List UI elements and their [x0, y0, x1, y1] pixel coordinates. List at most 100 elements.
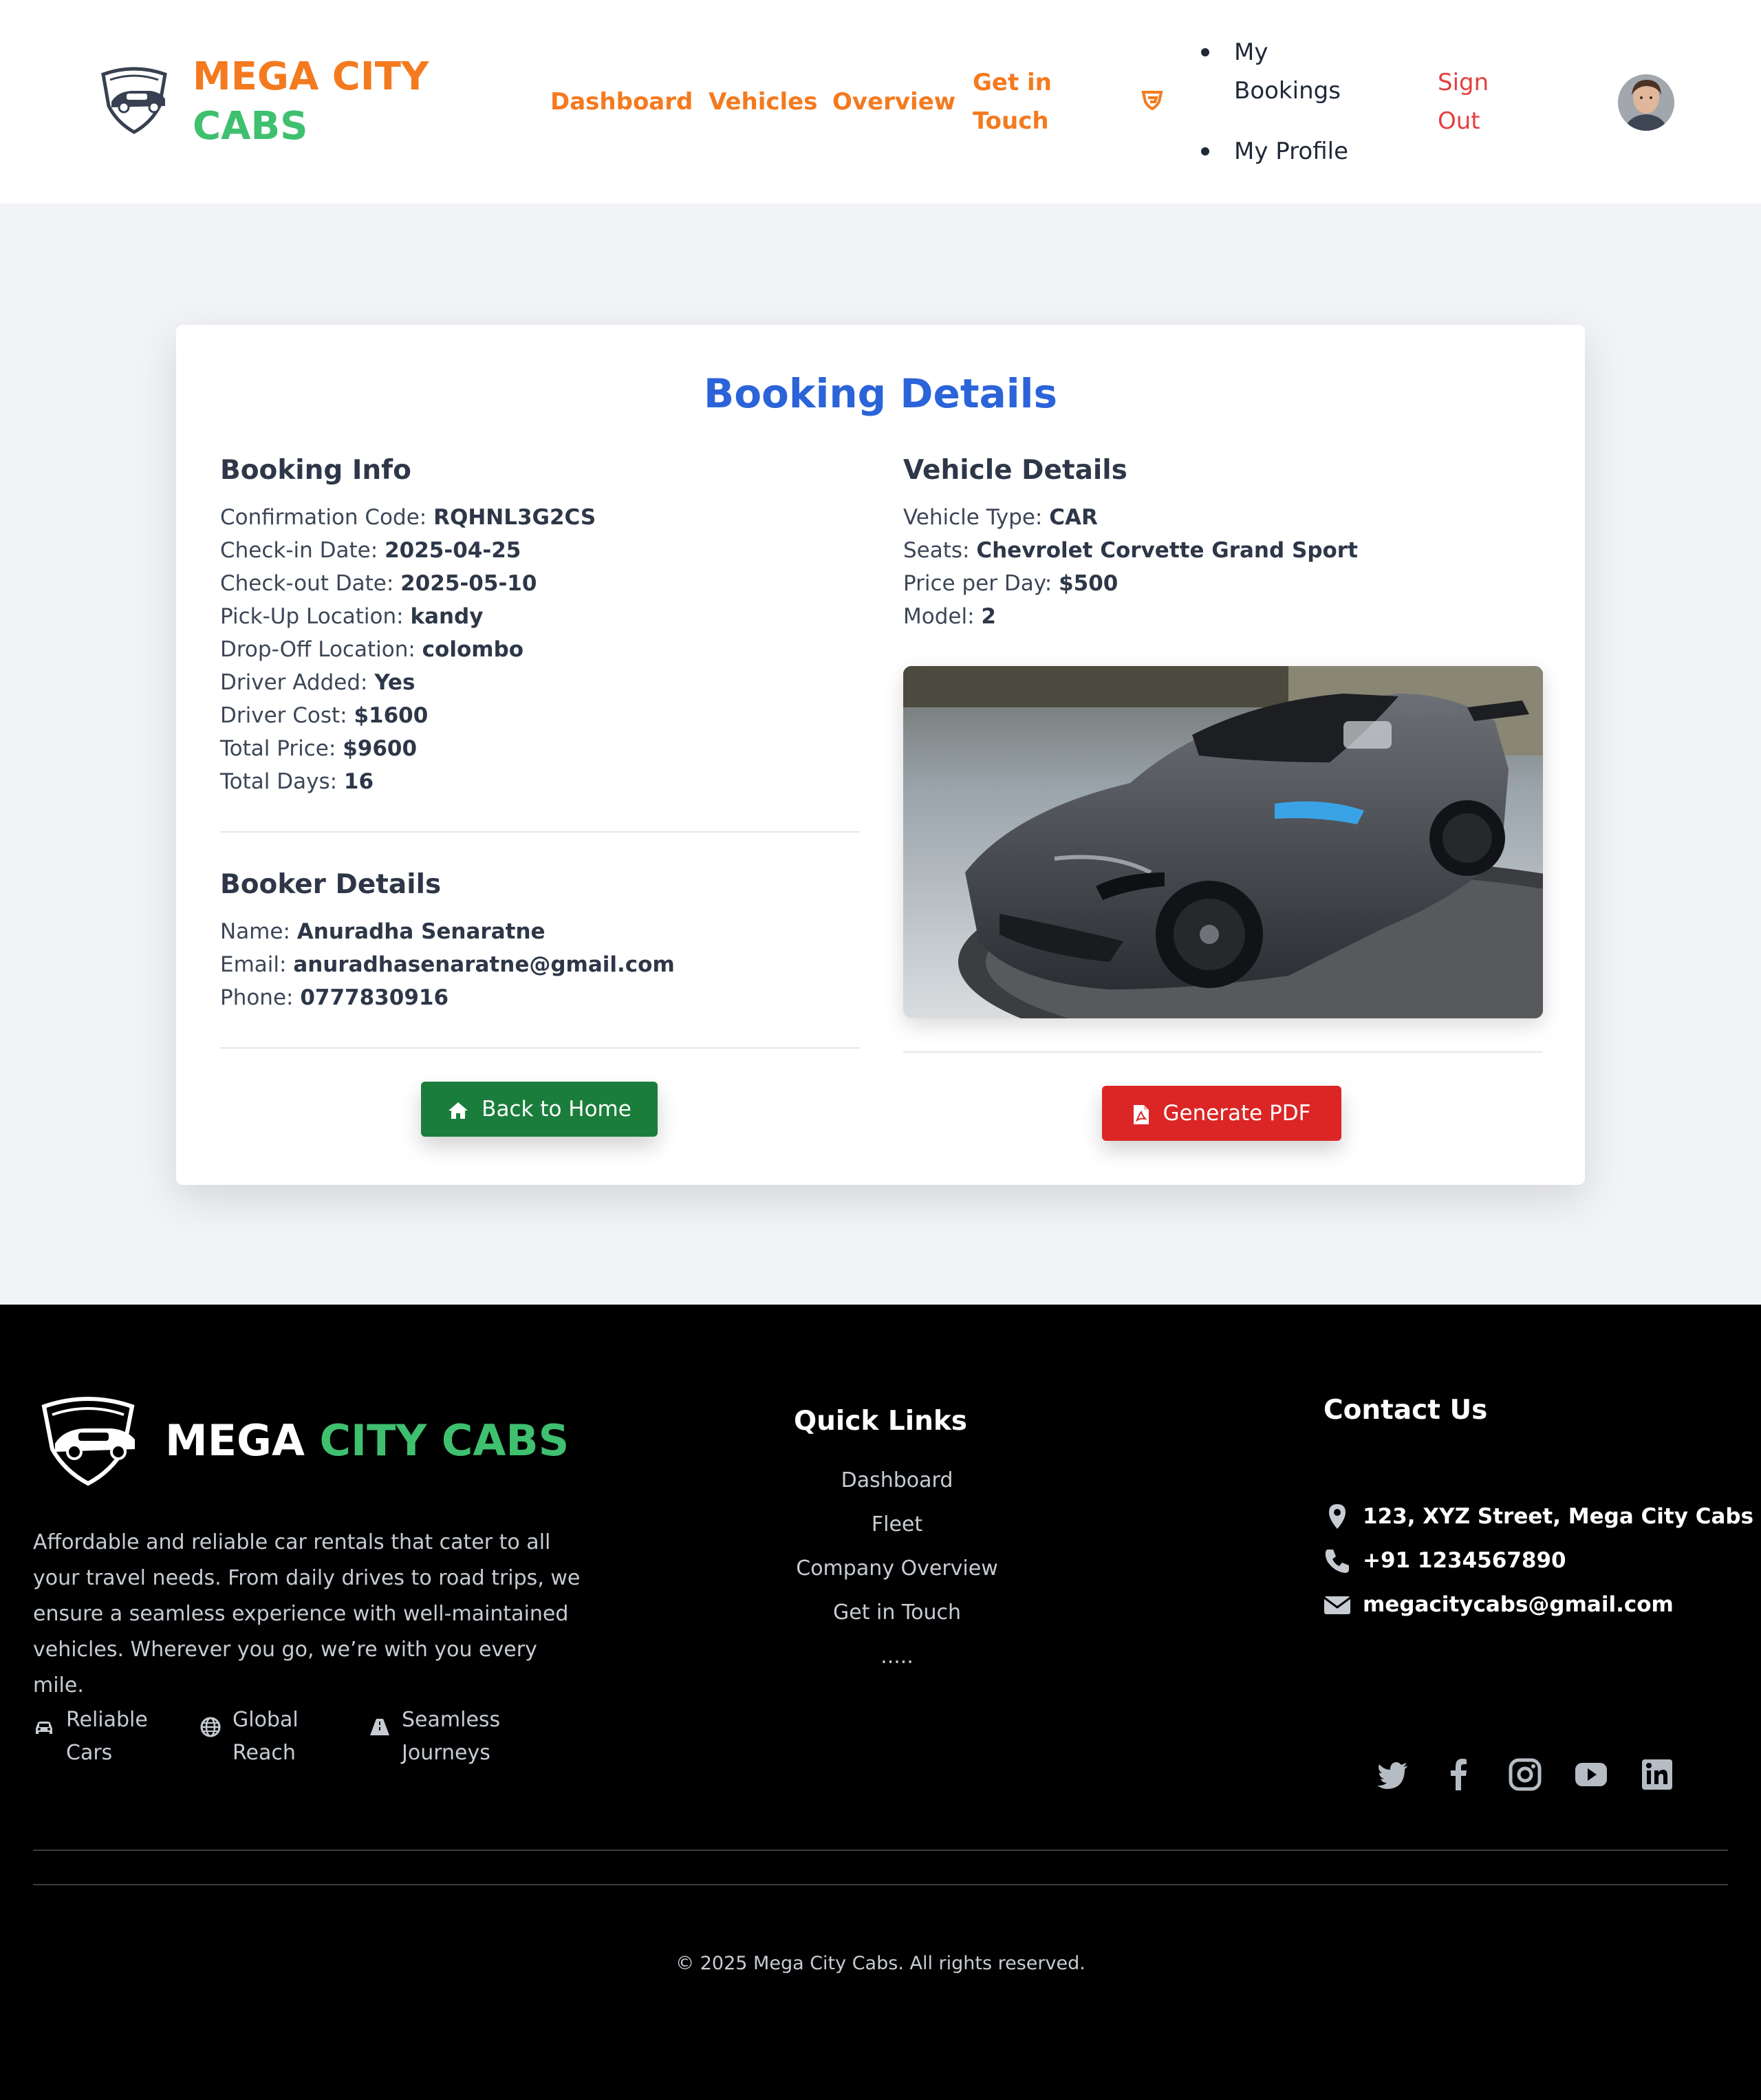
feature-label: Global Reach	[233, 1704, 299, 1770]
info-row-check-out: Check-out Date: 2025-05-10	[220, 567, 860, 600]
vehicle-details-list: Vehicle Type: CAR Seats: Chevrolet Corve…	[903, 501, 1543, 633]
nav-vehicles[interactable]: Vehicles	[709, 83, 817, 121]
menu-item-label: My Profile	[1234, 138, 1348, 165]
info-row-total-price: Total Price: $9600	[220, 732, 860, 765]
back-to-home-button[interactable]: Back to Home	[421, 1082, 658, 1137]
bullet	[1201, 48, 1209, 56]
nav-get-in-touch[interactable]: Get in Touch	[973, 63, 1055, 140]
copyright-text: © 2025 Mega City Cabs. All rights reserv…	[676, 1953, 1085, 1974]
pdf-file-icon	[1134, 1104, 1149, 1124]
sign-out-link[interactable]: Sign Out	[1438, 63, 1520, 140]
row-value: Chevrolet Corvette Grand Sport	[976, 538, 1358, 563]
divider	[220, 831, 860, 833]
booking-info-list: Confirmation Code: RQHNL3G2CS Check-in D…	[220, 501, 860, 798]
footer-description: Affordable and reliable car rentals that…	[33, 1530, 581, 1697]
feature-label: Reliable Cars	[66, 1704, 148, 1770]
generate-pdf-button[interactable]: Generate PDF	[1102, 1086, 1341, 1141]
row-label: Check-in Date:	[220, 538, 378, 563]
site-footer: MEGA CITY CABS Affordable and reliable c…	[0, 1305, 1761, 2100]
brand-word-1: MEGA CITY	[193, 54, 429, 99]
row-value: 2	[981, 604, 996, 629]
footer-link-get-in-touch[interactable]: Get in Touch	[759, 1596, 1035, 1629]
row-value: kandy	[410, 604, 484, 629]
nav-dashboard[interactable]: Dashboard	[550, 83, 693, 121]
brand-word-2: CABS	[193, 104, 308, 149]
contact-phone-text[interactable]: +91 1234567890	[1363, 1541, 1566, 1580]
user-menu-list: My Bookings My Profile	[1200, 33, 1379, 171]
bullet	[1201, 147, 1209, 156]
row-value: $9600	[343, 736, 418, 761]
instagram-icon[interactable]	[1508, 1757, 1542, 1792]
row-label: Vehicle Type:	[903, 505, 1043, 530]
footer-brand-word-1: MEGA	[165, 1415, 305, 1466]
avatar-image	[1618, 74, 1674, 131]
feature-line-1: Global	[233, 1708, 299, 1732]
menu-item-my-bookings[interactable]: My Bookings	[1200, 33, 1341, 110]
footer-link-dashboard[interactable]: Dashboard	[759, 1464, 1035, 1497]
row-value: $1600	[354, 703, 429, 728]
feature-line-1: Reliable	[66, 1708, 148, 1732]
phone-icon	[1325, 1550, 1349, 1573]
contact-address-text: 123, XYZ Street, Mega City Cabs	[1363, 1504, 1754, 1529]
contact-us-heading: Contact Us	[1324, 1395, 1488, 1426]
feature-label: Seamless Journeys	[402, 1704, 500, 1770]
booker-row-email: Email: anuradhasenaratne@gmail.com	[220, 948, 860, 981]
feature-line-2: Journeys	[402, 1741, 490, 1765]
row-value: 16	[343, 769, 374, 794]
row-label: Pick-Up Location:	[220, 604, 404, 629]
youtube-icon[interactable]	[1574, 1757, 1608, 1792]
row-label: Email:	[220, 952, 287, 977]
info-row-driver-added: Driver Added: Yes	[220, 666, 860, 699]
top-navbar: MEGA CITY CABS Dashboard Vehicles Overvi…	[0, 0, 1761, 204]
booking-info-heading: Booking Info	[220, 455, 411, 486]
row-label: Price per Day:	[903, 571, 1052, 596]
vehicle-row-type: Vehicle Type: CAR	[903, 501, 1543, 534]
row-value: CAR	[1049, 505, 1098, 530]
footer-link-fleet[interactable]: Fleet	[759, 1508, 1035, 1541]
button-label: Generate PDF	[1163, 1101, 1311, 1126]
shield-logo-icon[interactable]	[1141, 88, 1164, 111]
footer-brand-word-2: CITY CABS	[319, 1415, 570, 1466]
info-row-total-days: Total Days: 16	[220, 765, 860, 798]
footer-brand: MEGA CITY CABS	[165, 1415, 569, 1467]
quick-links-heading: Quick Links	[793, 1406, 968, 1437]
vehicle-row-seats: Seats: Chevrolet Corvette Grand Sport	[903, 534, 1543, 567]
car-photo	[903, 666, 1543, 1018]
avatar[interactable]	[1618, 74, 1674, 131]
booker-row-phone: Phone: 0777830916	[220, 981, 860, 1014]
page-title: Booking Details	[704, 370, 1057, 417]
footer-logo-icon[interactable]	[34, 1395, 142, 1488]
car-icon	[36, 1722, 52, 1734]
button-label: Back to Home	[482, 1097, 631, 1122]
row-value: RQHNL3G2CS	[433, 505, 596, 530]
facebook-icon[interactable]	[1442, 1757, 1476, 1792]
brand-logo-text[interactable]: MEGA CITY CABS	[193, 52, 429, 151]
row-value: 2025-05-10	[400, 571, 537, 596]
vehicle-row-model: Model: 2	[903, 600, 1543, 633]
nav-overview[interactable]: Overview	[832, 83, 955, 121]
footer-link-more[interactable]: .....	[759, 1640, 1035, 1673]
divider	[903, 1051, 1543, 1053]
info-row-check-in: Check-in Date: 2025-04-25	[220, 534, 860, 567]
menu-item-my-profile[interactable]: My Profile	[1200, 132, 1379, 171]
logo-icon[interactable]	[96, 66, 172, 135]
envelope-icon	[1324, 1596, 1351, 1614]
info-row-drop-off: Drop-Off Location: colombo	[220, 633, 860, 666]
row-value: anuradhasenaratne@gmail.com	[293, 952, 675, 977]
linkedin-icon[interactable]	[1640, 1757, 1674, 1792]
row-value: colombo	[422, 637, 524, 662]
info-row-confirmation-code: Confirmation Code: RQHNL3G2CS	[220, 501, 860, 534]
booker-details-heading: Booker Details	[220, 869, 442, 900]
row-value: Anuradha Senaratne	[296, 919, 545, 944]
vehicle-image	[903, 666, 1543, 1018]
info-row-pick-up: Pick-Up Location: kandy	[220, 600, 860, 633]
footer-link-company-overview[interactable]: Company Overview	[759, 1552, 1035, 1585]
row-label: Check-out Date:	[220, 571, 394, 596]
row-value: Yes	[374, 670, 415, 695]
contact-email-text[interactable]: megacitycabs@gmail.com	[1363, 1585, 1674, 1624]
row-label: Seats:	[903, 538, 970, 563]
row-value: 0777830916	[300, 985, 449, 1010]
divider	[220, 1047, 860, 1049]
feature-line-1: Seamless	[402, 1708, 501, 1732]
twitter-icon[interactable]	[1376, 1757, 1410, 1792]
